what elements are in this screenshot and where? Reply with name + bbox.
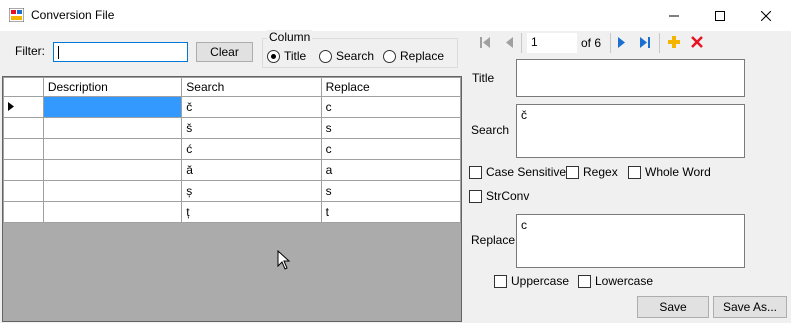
grid-header-row: Description Search Replace	[3, 77, 461, 97]
conversion-grid[interactable]: Description Search Replace č c š s ć c ă…	[2, 76, 462, 322]
description-cell[interactable]	[42, 138, 183, 160]
move-previous-icon[interactable]	[504, 36, 514, 49]
close-icon	[761, 10, 771, 21]
maximize-button[interactable]	[697, 0, 743, 31]
search-cell[interactable]: č	[181, 96, 322, 118]
replace-cell[interactable]: c	[320, 138, 461, 160]
save-button[interactable]: Save	[637, 296, 709, 318]
regex-label: Regex	[583, 165, 618, 179]
row-header[interactable]	[3, 159, 44, 181]
case-sensitive-checkbox[interactable]: Case Sensitive	[469, 165, 566, 179]
count-label: of 6	[581, 36, 602, 50]
search-cell[interactable]: ș	[181, 180, 322, 202]
checkbox-unchecked-icon	[469, 165, 482, 179]
lowercase-checkbox[interactable]: Lowercase	[578, 274, 653, 288]
move-last-icon[interactable]	[639, 36, 651, 49]
mouse-pointer-icon	[277, 250, 291, 270]
column-header-description[interactable]: Description	[42, 77, 183, 97]
row-header[interactable]	[3, 117, 44, 139]
delete-icon[interactable]	[690, 35, 704, 49]
add-new-icon[interactable]	[667, 35, 681, 49]
replace-cell[interactable]: s	[320, 180, 461, 202]
search-cell[interactable]: ć	[181, 138, 322, 160]
replace-cell[interactable]: s	[320, 117, 461, 139]
uppercase-checkbox[interactable]: Uppercase	[494, 274, 569, 288]
replace-cell[interactable]: t	[320, 201, 461, 223]
strconv-label: StrConv	[486, 189, 530, 203]
position-input[interactable]: 1	[527, 33, 577, 53]
grid-table: Description Search Replace č c š s ć c ă…	[3, 77, 461, 223]
table-row[interactable]: ț t	[3, 201, 461, 223]
description-cell[interactable]	[42, 159, 183, 181]
row-header[interactable]	[3, 201, 44, 223]
toolbar-separator	[659, 33, 660, 53]
radio-search-label: Search	[336, 49, 375, 63]
table-row[interactable]: š s	[3, 117, 461, 139]
replace-textbox[interactable]: c	[516, 214, 745, 268]
case-sensitive-label: Case Sensitive	[486, 165, 567, 179]
regex-checkbox[interactable]: Regex	[566, 165, 618, 179]
radio-title[interactable]: Title	[267, 49, 306, 63]
search-cell[interactable]: š	[181, 117, 322, 139]
maximize-icon	[715, 10, 725, 21]
strconv-checkbox[interactable]: StrConv	[469, 189, 529, 203]
search-cell[interactable]: ă	[181, 159, 322, 181]
table-row[interactable]: č c	[3, 96, 461, 118]
checkbox-unchecked-icon	[494, 274, 507, 288]
radio-checked-icon	[267, 49, 280, 63]
checkbox-unchecked-icon	[628, 165, 641, 179]
move-first-icon[interactable]	[479, 36, 491, 49]
filter-label: Filter:	[15, 44, 45, 58]
uppercase-label: Uppercase	[511, 274, 570, 288]
column-group-label: Column	[267, 30, 313, 44]
toolbar-separator	[521, 33, 522, 53]
description-cell[interactable]	[42, 201, 183, 223]
replace-cell[interactable]: a	[320, 159, 461, 181]
app-icon	[9, 8, 24, 22]
toolbar-separator	[610, 33, 611, 53]
clear-button[interactable]: Clear	[196, 42, 253, 62]
description-cell[interactable]	[42, 96, 183, 118]
radio-unchecked-icon	[383, 49, 396, 63]
window-title: Conversion File	[31, 8, 115, 22]
column-header-search[interactable]: Search	[181, 77, 322, 97]
current-row-icon	[8, 102, 14, 111]
radio-search[interactable]: Search	[319, 49, 374, 63]
radio-replace-label: Replace	[400, 49, 445, 63]
radio-unchecked-icon	[319, 49, 332, 63]
table-row[interactable]: ș s	[3, 180, 461, 202]
text-caret	[58, 46, 59, 59]
filter-input[interactable]	[53, 42, 188, 62]
table-row[interactable]: ć c	[3, 138, 461, 160]
search-textbox[interactable]: č	[516, 104, 745, 158]
column-header-replace[interactable]: Replace	[320, 77, 461, 97]
close-button[interactable]	[743, 0, 789, 31]
move-next-icon[interactable]	[617, 36, 627, 49]
radio-title-label: Title	[284, 49, 307, 63]
corner-header[interactable]	[3, 77, 44, 97]
checkbox-unchecked-icon	[566, 165, 579, 179]
row-header[interactable]	[3, 96, 44, 118]
save-as-button[interactable]: Save As...	[713, 296, 787, 318]
description-cell[interactable]	[42, 117, 183, 139]
description-cell[interactable]	[42, 180, 183, 202]
whole-word-label: Whole Word	[645, 165, 711, 179]
whole-word-checkbox[interactable]: Whole Word	[628, 165, 711, 179]
title-textbox[interactable]	[516, 59, 745, 97]
search-cell[interactable]: ț	[181, 201, 322, 223]
title-label: Title	[472, 71, 495, 85]
lowercase-label: Lowercase	[595, 274, 654, 288]
minimize-button[interactable]	[651, 0, 697, 31]
table-row[interactable]: ă a	[3, 159, 461, 181]
replace-label: Replace	[471, 233, 516, 247]
checkbox-unchecked-icon	[469, 189, 482, 203]
radio-replace[interactable]: Replace	[383, 49, 444, 63]
minimize-icon	[669, 15, 679, 16]
row-header[interactable]	[3, 180, 44, 202]
checkbox-unchecked-icon	[578, 274, 591, 288]
search-label: Search	[471, 123, 510, 137]
replace-cell[interactable]: c	[320, 96, 461, 118]
row-header[interactable]	[3, 138, 44, 160]
